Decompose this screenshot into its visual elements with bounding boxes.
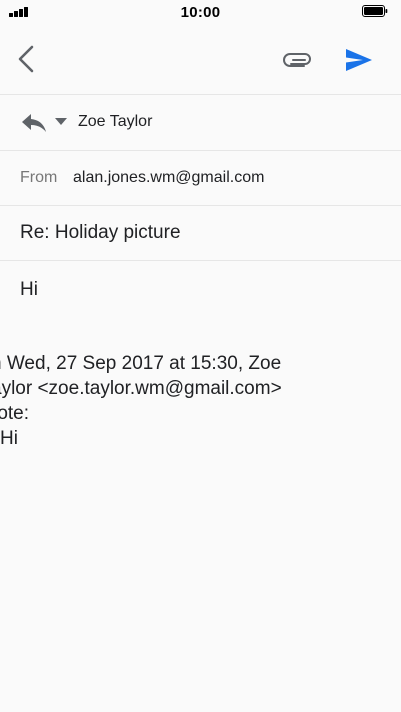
message-body[interactable]: Hi n Wed, 27 Sep 2017 at 15:30, Zoe aylo… bbox=[0, 261, 401, 712]
paperclip-icon[interactable] bbox=[281, 47, 315, 75]
reply-icon[interactable] bbox=[20, 112, 48, 134]
battery-icon bbox=[362, 5, 388, 17]
recipient-name[interactable]: Zoe Taylor bbox=[78, 113, 152, 131]
subject-field[interactable]: Re: Holiday picture bbox=[20, 222, 181, 244]
quote-line: Hi bbox=[0, 428, 18, 449]
quoted-message: n Wed, 27 Sep 2017 at 15:30, Zoe aylor <… bbox=[0, 351, 340, 461]
compose-toolbar bbox=[0, 26, 401, 95]
from-address[interactable]: alan.jones.wm@gmail.com bbox=[73, 169, 264, 187]
reply-row: Zoe Taylor bbox=[0, 95, 401, 151]
caret-down-icon[interactable] bbox=[55, 118, 67, 126]
from-label: From bbox=[20, 169, 58, 186]
quote-line: aylor <zoe.taylor.wm@gmail.com> bbox=[0, 378, 282, 399]
send-icon[interactable] bbox=[343, 44, 375, 76]
quote-line: n Wed, 27 Sep 2017 at 15:30, Zoe bbox=[0, 353, 282, 374]
status-bar: 10:00 bbox=[0, 0, 401, 26]
subject-row: Re: Holiday picture bbox=[0, 206, 401, 261]
body-text[interactable]: Hi bbox=[20, 279, 38, 301]
from-row: From alan.jones.wm@gmail.com bbox=[0, 151, 401, 206]
chevron-left-icon[interactable] bbox=[12, 42, 40, 76]
quote-line: rote: bbox=[0, 403, 30, 424]
status-time: 10:00 bbox=[180, 4, 221, 21]
